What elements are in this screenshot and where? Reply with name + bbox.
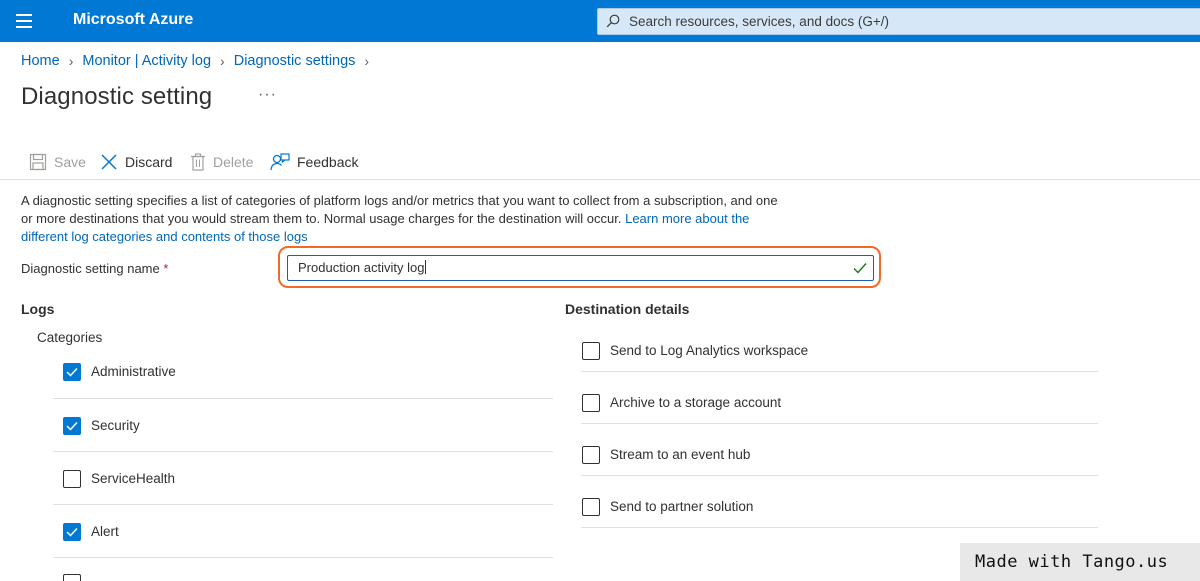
search-placeholder: Search resources, services, and docs (G+… xyxy=(629,14,889,29)
categories-label: Categories xyxy=(37,330,103,345)
destination-label: Send to partner solution xyxy=(610,499,754,514)
breadcrumb-diagnostic-settings[interactable]: Diagnostic settings xyxy=(234,53,356,69)
valid-check-icon xyxy=(853,263,867,274)
close-icon xyxy=(101,154,117,170)
delete-button[interactable]: Delete xyxy=(190,151,253,173)
hamburger-menu-icon[interactable] xyxy=(16,14,34,28)
category-label: ServiceHealth xyxy=(91,471,176,486)
checkmark-icon xyxy=(66,421,78,431)
checkmark-icon xyxy=(66,527,78,537)
checkbox-administrative[interactable] xyxy=(63,363,81,381)
command-bar: Save Discard Delete Feedback xyxy=(0,148,1200,180)
checkbox-next-category[interactable] xyxy=(63,574,81,581)
required-marker: * xyxy=(163,261,169,276)
description: A diagnostic setting specifies a list of… xyxy=(21,192,781,246)
checkbox-alert[interactable] xyxy=(63,523,81,541)
brand-title[interactable]: Microsoft Azure xyxy=(73,11,193,29)
feedback-icon xyxy=(270,153,290,171)
checkmark-icon xyxy=(66,367,78,377)
feedback-button[interactable]: Feedback xyxy=(270,151,358,173)
checkbox-partner-solution[interactable] xyxy=(582,498,600,516)
category-label: Alert xyxy=(91,524,119,539)
chevron-right-icon: › xyxy=(364,53,370,69)
category-label: Security xyxy=(91,418,140,433)
feedback-label: Feedback xyxy=(297,154,359,170)
logs-heading: Logs xyxy=(21,301,55,317)
save-label: Save xyxy=(54,154,86,170)
breadcrumb: Home › Monitor | Activity log › Diagnost… xyxy=(21,53,378,69)
category-label: Administrative xyxy=(91,364,176,379)
checkbox-storage-account[interactable] xyxy=(582,394,600,412)
setting-name-value: Production activity log xyxy=(298,260,425,275)
checkbox-security[interactable] xyxy=(63,417,81,435)
destination-label: Archive to a storage account xyxy=(610,395,782,410)
top-navigation-bar: Microsoft Azure Search resources, servic… xyxy=(0,0,1200,42)
save-button[interactable]: Save xyxy=(29,151,86,173)
log-category-row: Administrative xyxy=(53,346,553,399)
destination-row: Send to partner solution xyxy=(581,476,1098,528)
chevron-right-icon: › xyxy=(68,53,74,69)
checkbox-log-analytics[interactable] xyxy=(582,342,600,360)
log-category-row: ServiceHealth xyxy=(53,452,553,505)
breadcrumb-home[interactable]: Home xyxy=(21,53,60,69)
destination-label: Send to Log Analytics workspace xyxy=(610,343,809,358)
search-icon xyxy=(606,14,620,28)
setting-name-label: Diagnostic setting name * xyxy=(21,261,168,276)
setting-name-label-text: Diagnostic setting name xyxy=(21,261,160,276)
text-caret xyxy=(425,260,427,274)
trash-icon xyxy=(191,153,205,171)
destination-row: Send to Log Analytics workspace xyxy=(581,320,1098,372)
destination-heading: Destination details xyxy=(565,301,690,317)
global-search-input[interactable]: Search resources, services, and docs (G+… xyxy=(597,8,1200,35)
discard-label: Discard xyxy=(125,154,173,170)
delete-label: Delete xyxy=(213,154,254,170)
destination-row: Stream to an event hub xyxy=(581,424,1098,476)
destination-label: Stream to an event hub xyxy=(610,447,751,462)
checkbox-event-hub[interactable] xyxy=(582,446,600,464)
save-icon xyxy=(29,153,47,171)
checkbox-servicehealth[interactable] xyxy=(63,470,81,488)
tango-watermark: Made with Tango.us xyxy=(960,543,1200,581)
page-title: Diagnostic setting xyxy=(21,83,213,110)
breadcrumb-monitor-activity-log[interactable]: Monitor | Activity log xyxy=(82,53,211,69)
discard-button[interactable]: Discard xyxy=(100,151,172,173)
log-category-row: Security xyxy=(53,399,553,452)
setting-name-input[interactable]: Production activity log xyxy=(287,255,874,281)
more-options-button[interactable]: ··· xyxy=(258,86,277,104)
chevron-right-icon: › xyxy=(220,53,225,69)
log-category-row: Alert xyxy=(53,505,553,558)
destination-row: Archive to a storage account xyxy=(581,372,1098,424)
